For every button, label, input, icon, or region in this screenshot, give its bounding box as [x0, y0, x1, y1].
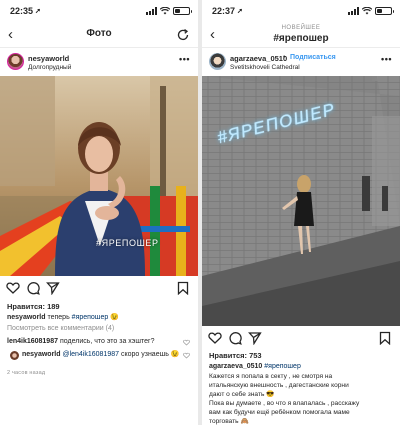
- signal-icon: [348, 7, 359, 15]
- caption-text: теперь: [47, 314, 70, 321]
- reply-mention[interactable]: @len4ik16081987: [62, 351, 119, 358]
- caption-header: agarzaeva_0510 #ярепошер: [209, 362, 394, 372]
- caption-hashtag[interactable]: #ярепошер: [264, 363, 301, 370]
- likes-count[interactable]: Нравится: 753: [209, 351, 262, 360]
- photo-overlay-hashtag: #ЯРЕПОШЕР: [96, 238, 159, 248]
- post-location[interactable]: Svetitskhoveli Cathedral: [230, 64, 300, 71]
- caption-line: дают о себе знать 😎: [209, 391, 275, 398]
- caption-username[interactable]: nesyaworld: [7, 314, 46, 321]
- avatar[interactable]: [7, 53, 24, 70]
- heart-icon[interactable]: [208, 331, 222, 345]
- comment-text: поделись, что это за хэштег?: [59, 338, 155, 345]
- page-title: Фото: [86, 28, 112, 39]
- reply-emoji: 😉: [170, 351, 180, 358]
- post-header: nesyaworld Долгопрудный •••: [0, 48, 198, 76]
- location-arrow-icon: ➚: [237, 8, 243, 15]
- post-actions: [0, 281, 198, 301]
- caption-line: Кажется я попала в секту , не смотря на: [209, 373, 333, 380]
- refresh-icon[interactable]: [176, 28, 190, 42]
- caption-body: Кажется я попала в секту , не смотря на …: [209, 372, 394, 425]
- wifi-icon: [362, 7, 372, 15]
- caption-hashtag[interactable]: #ярепошер: [72, 314, 109, 321]
- reply-like-icon[interactable]: [183, 352, 190, 359]
- avatar[interactable]: [209, 53, 226, 70]
- battery-icon: [173, 7, 192, 15]
- status-time: 22:37: [212, 6, 236, 16]
- post-username[interactable]: nesyaworld: [28, 54, 69, 63]
- bookmark-icon[interactable]: [378, 331, 392, 345]
- caption-emoji: 😉: [110, 314, 119, 321]
- caption-line: вам как будучи ещё ребёнком помогала мам…: [209, 409, 350, 416]
- comment-icon[interactable]: [26, 281, 40, 295]
- caption-username[interactable]: agarzaeva_0510: [209, 363, 262, 370]
- caption-line: итальянскую внешность , дагестанские кор…: [209, 382, 349, 389]
- reply-username[interactable]: nesyaworld: [22, 351, 61, 358]
- post-photo[interactable]: #ЯРЕПОШЕР: [202, 76, 400, 326]
- right-phone-screen: 22:37 ➚ ‹ НОВЕЙШЕЕ #ярепошер agarzaeva_05…: [202, 0, 400, 425]
- more-icon[interactable]: •••: [179, 54, 190, 64]
- post-actions: [202, 331, 400, 351]
- follow-button[interactable]: Подписаться: [290, 54, 336, 61]
- view-all-comments-link[interactable]: Посмотреть все комментарии (4): [7, 324, 192, 334]
- post-photo[interactable]: #ЯРЕПОШЕР: [0, 76, 198, 276]
- post-location[interactable]: Долгопрудный: [28, 64, 71, 71]
- nav-bar: ‹ Фото: [0, 22, 198, 48]
- post-header: agarzaeva_0510 • Подписаться Svetitskhov…: [202, 48, 400, 76]
- status-bar: 22:35 ➚: [0, 0, 198, 22]
- post-username[interactable]: agarzaeva_0510: [230, 54, 287, 63]
- post-timestamp: 2 часов назад: [7, 370, 46, 376]
- page-title: #ярепошер: [273, 33, 329, 44]
- battery-icon: [375, 7, 394, 15]
- nav-subtitle: НОВЕЙШЕЕ: [281, 25, 321, 31]
- heart-icon[interactable]: [6, 281, 20, 295]
- reply-text: скоро узнаешь: [120, 351, 169, 358]
- reply-avatar[interactable]: [10, 351, 19, 360]
- comment-username[interactable]: len4ik16081987: [7, 338, 58, 345]
- share-icon[interactable]: [248, 331, 262, 345]
- comment-like-icon[interactable]: [183, 339, 190, 346]
- left-phone-screen: 22:35 ➚ ‹ Фото nesyaworld Долгопрудный ••…: [0, 0, 198, 425]
- nav-bar: ‹ НОВЕЙШЕЕ #ярепошер: [202, 22, 400, 48]
- signal-icon: [146, 7, 157, 15]
- caption: nesyaworld теперь #ярепошер 😉: [7, 313, 192, 323]
- share-icon[interactable]: [46, 281, 60, 295]
- more-icon[interactable]: •••: [381, 54, 392, 64]
- comment-icon[interactable]: [228, 331, 242, 345]
- comment-reply: nesyaworld @len4ik16081987 скоро узнаешь…: [22, 350, 180, 360]
- caption-line: торговать 🙈: [209, 418, 249, 425]
- location-arrow-icon: ➚: [35, 8, 41, 15]
- comment-item: len4ik16081987 поделись, что это за хэшт…: [7, 337, 180, 347]
- status-bar: 22:37 ➚: [202, 0, 400, 22]
- status-time: 22:35: [10, 6, 34, 16]
- caption-line: Пока вы думаете , во что я влапалась , р…: [209, 400, 360, 407]
- bookmark-icon[interactable]: [176, 281, 190, 295]
- wifi-icon: [160, 7, 170, 15]
- likes-count[interactable]: Нравится: 189: [7, 302, 60, 311]
